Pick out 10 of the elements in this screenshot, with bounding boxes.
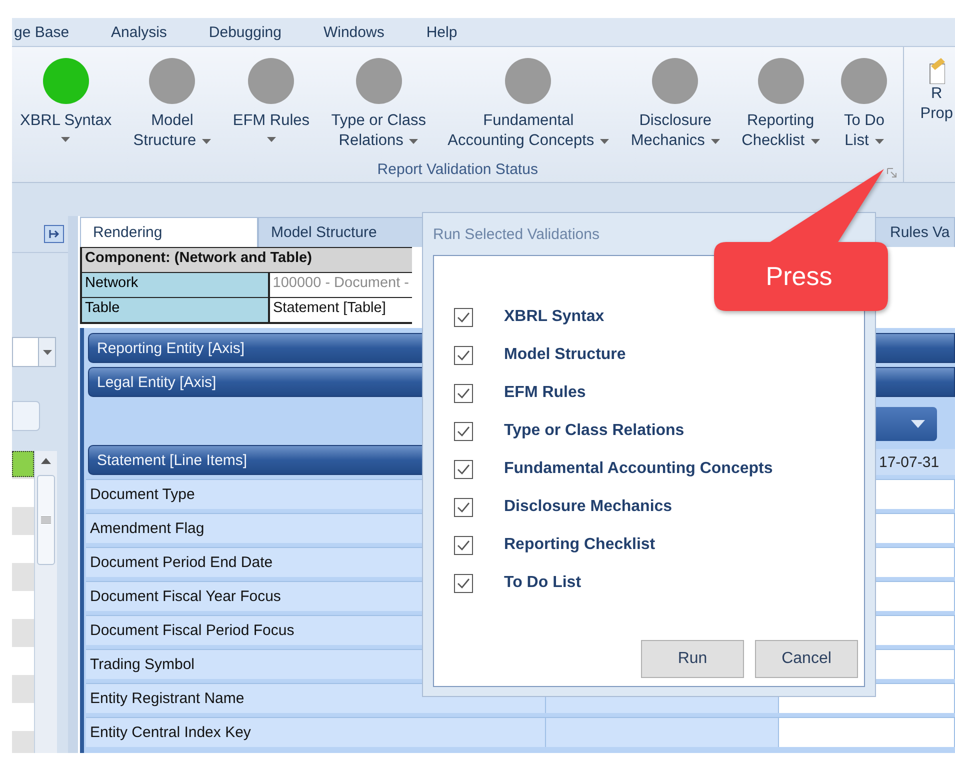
callout-text: Press (766, 261, 832, 291)
column-header: 17-07-31 (875, 449, 955, 475)
table-cell-text: Statement [Table] (272, 299, 387, 318)
table-cell: Network (82, 273, 270, 297)
group-label: Report Validation Status (377, 160, 538, 178)
table-cell: Entity Central Index Key (86, 718, 779, 747)
table-header: Component: (Network and Table) (82, 248, 412, 273)
dialog-title: Run Selected Validations (433, 224, 600, 244)
table-cell: Table (82, 298, 270, 322)
table-cell-text: 100000 - Document - (272, 274, 410, 293)
